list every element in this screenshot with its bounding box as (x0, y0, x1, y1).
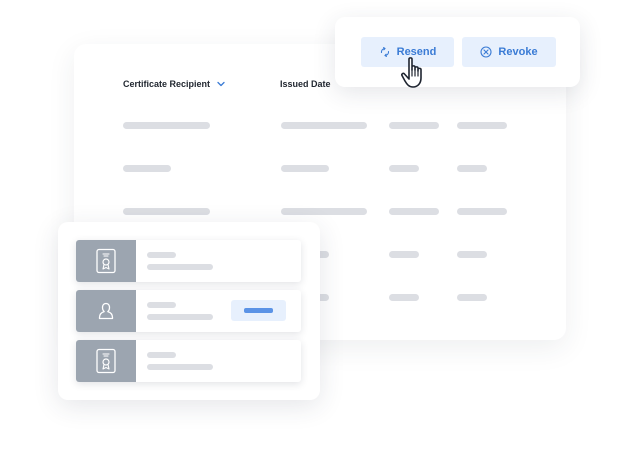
placeholder-bar (389, 294, 419, 301)
circle-x-icon (480, 46, 492, 58)
placeholder-bar (147, 314, 213, 320)
placeholder-bar (457, 251, 487, 258)
revoke-button[interactable]: Revoke (462, 37, 556, 67)
status-badge[interactable] (231, 300, 286, 321)
placeholder-bar (389, 251, 419, 258)
placeholder-bar (389, 165, 419, 172)
placeholder-bar (123, 165, 171, 172)
user-icon (98, 302, 114, 320)
refresh-icon (380, 47, 389, 57)
placeholder-bar (123, 122, 210, 129)
placeholder-bar (147, 264, 213, 270)
certificate-icon (96, 348, 116, 374)
placeholder-bar (147, 252, 176, 258)
column-header-label: Issued Date (280, 79, 331, 89)
placeholder-bar (123, 208, 210, 215)
placeholder-bar (389, 208, 439, 215)
placeholder-bar (457, 165, 487, 172)
placeholder-bar (147, 364, 213, 370)
placeholder-bar (147, 302, 176, 308)
placeholder-bar (147, 352, 176, 358)
list-item[interactable] (76, 290, 301, 332)
placeholder-bar (457, 294, 487, 301)
list-item-thumbnail (76, 290, 136, 332)
status-badge-bar (244, 308, 273, 313)
placeholder-bar (457, 122, 507, 129)
placeholder-bar (281, 165, 329, 172)
list-item-thumbnail (76, 340, 136, 382)
revoke-label: Revoke (498, 46, 538, 58)
placeholder-bar (281, 208, 367, 215)
row-actions-popover: Resend Revoke (335, 17, 580, 87)
list-item[interactable] (76, 340, 301, 382)
column-header-label: Certificate Recipient (123, 79, 211, 89)
list-item[interactable] (76, 240, 301, 282)
column-header-certificate-recipient[interactable]: Certificate Recipient (123, 79, 226, 89)
placeholder-bar (281, 122, 367, 129)
placeholder-bar (457, 208, 507, 215)
certificate-list-card (58, 222, 320, 400)
hand-pointer-icon (401, 57, 422, 88)
certificate-icon (96, 248, 116, 274)
list-item-thumbnail (76, 240, 136, 282)
placeholder-bar (389, 122, 439, 129)
chevron-down-icon (217, 81, 225, 87)
